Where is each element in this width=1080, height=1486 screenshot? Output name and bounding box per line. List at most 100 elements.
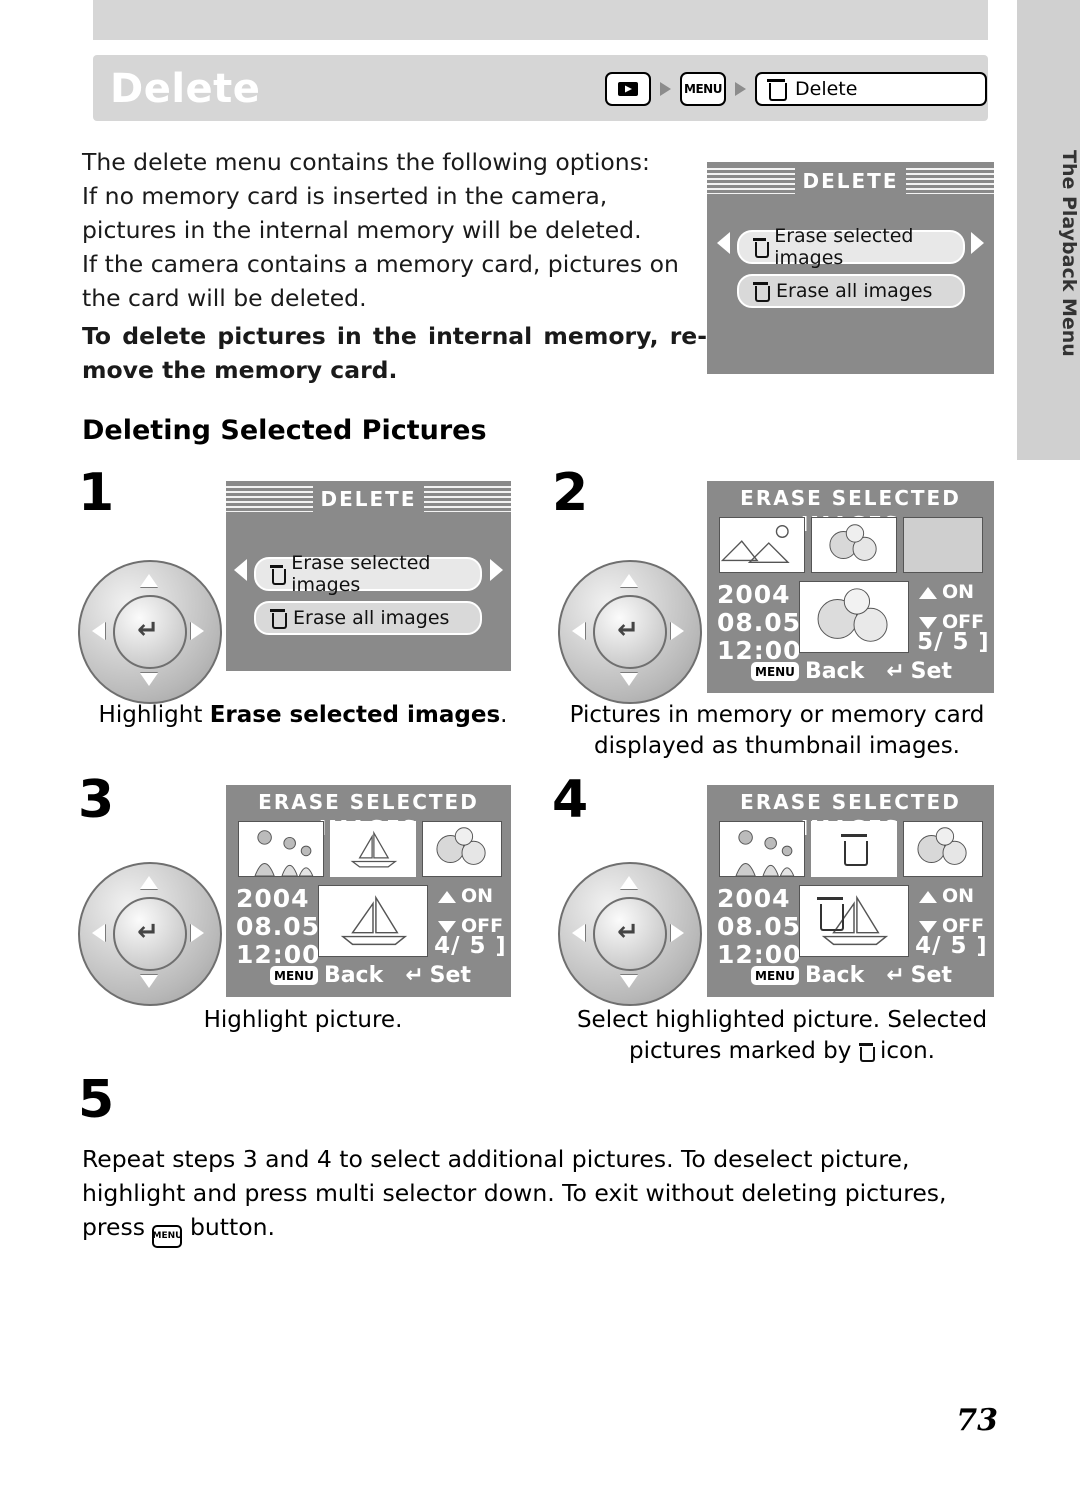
step2-large-preview	[799, 581, 909, 653]
step2-counter: [ 5/ 5 ]	[897, 629, 990, 655]
counter-value: 5/ 5	[917, 629, 970, 655]
dpad-up-arrow[interactable]	[620, 876, 638, 889]
enter-icon: ↵	[617, 615, 639, 645]
on-label: ON	[942, 581, 975, 603]
date-monthday: 08.05	[717, 608, 802, 637]
menu-row-label: Erase all images	[293, 607, 450, 629]
dpad-left-arrow[interactable]	[92, 622, 105, 640]
step4-bottom-bar: MENU Back ↵ Set	[751, 963, 952, 988]
step3-caption: Highlight picture.	[203, 1007, 403, 1033]
thumbnail-2-selected[interactable]	[811, 821, 897, 877]
dpad-right-arrow[interactable]	[191, 622, 204, 640]
thumbnail-1[interactable]	[238, 821, 324, 877]
enter-icon: ↵	[886, 963, 905, 988]
dpad-left-arrow[interactable]	[572, 924, 585, 942]
left-arrow-indicator	[717, 232, 730, 254]
up-arrow-icon	[438, 890, 456, 903]
thumbnail-2[interactable]	[330, 821, 416, 877]
breadcrumb-current-label: Delete	[795, 78, 858, 100]
step3-lcd-screen: ERASE SELECTED IMAGES 2004 08.05	[226, 785, 511, 997]
intro-bold-note: To delete pictures in the internal memor…	[82, 322, 707, 384]
menu-pill-icon: MENU	[751, 662, 799, 681]
step1-caption-post: .	[500, 702, 508, 728]
trash-icon	[270, 565, 286, 585]
intro-line-1: The delete menu contains the following o…	[82, 148, 650, 176]
trash-icon	[858, 1043, 875, 1062]
thumbnail-3[interactable]	[422, 821, 502, 877]
dpad-right-arrow[interactable]	[191, 924, 204, 942]
thumbnail-3[interactable]	[903, 517, 983, 573]
enter-icon: ↵	[886, 659, 905, 684]
menu-row-label: Erase selected images	[291, 552, 431, 596]
on-label: ON	[942, 885, 975, 907]
flower-thumb-art	[812, 518, 896, 572]
multi-selector-step1[interactable]: ↵	[78, 560, 222, 704]
down-arrow-icon	[438, 920, 456, 933]
dpad-down-arrow[interactable]	[140, 673, 158, 686]
page-title: Delete	[110, 66, 261, 112]
step1-menu-row-erase-selected[interactable]: Erase selected images	[254, 552, 482, 596]
step4-large-preview	[799, 885, 909, 957]
set-label: Set	[429, 963, 471, 988]
step2-lcd-screen: ERASE SELECTED IMAGES 2004 08.05 12:00	[707, 481, 994, 693]
step-number-1: 1	[78, 463, 115, 523]
menu-row-erase-selected[interactable]: Erase selected images	[737, 225, 965, 269]
dpad-down-arrow[interactable]	[620, 673, 638, 686]
thumbnail-1[interactable]	[719, 821, 805, 877]
step4-caption-post: icon.	[872, 1038, 935, 1064]
page-number: 73	[956, 1403, 998, 1438]
dpad-right-arrow[interactable]	[671, 622, 684, 640]
dpad-up-arrow[interactable]	[620, 574, 638, 587]
up-arrow-icon	[919, 586, 937, 599]
step5-text-post: button.	[182, 1213, 275, 1241]
dpad-left-arrow[interactable]	[92, 924, 105, 942]
trash-all-icon	[753, 282, 771, 302]
flower-thumb-art	[423, 822, 501, 876]
step4-lcd-title-bar: ERASE SELECTED IMAGES	[707, 789, 994, 841]
trash-icon	[753, 238, 769, 258]
trash-all-icon	[270, 609, 288, 629]
step3-large-preview	[318, 885, 428, 957]
menu-pill-icon: MENU	[751, 966, 799, 985]
step5-text: Repeat steps 3 and 4 to select additiona…	[82, 1142, 1007, 1248]
menu-row-label: Erase selected images	[774, 225, 914, 269]
step1-caption-pre: Highlight	[98, 702, 210, 728]
right-arrow-indicator	[971, 232, 984, 254]
date-year: 2004	[717, 580, 791, 609]
step3-bottom-bar: MENU Back ↵ Set	[270, 963, 471, 988]
people-thumb-art	[239, 822, 323, 876]
flower-thumb-art	[904, 822, 982, 876]
dpad-up-arrow[interactable]	[140, 876, 158, 889]
date-monthday: 08.05	[717, 912, 802, 941]
intro-line-2: If no memory card is inserted in the cam…	[82, 182, 642, 244]
thumbnail-3[interactable]	[903, 821, 983, 877]
step-number-3: 3	[78, 770, 115, 830]
dpad-down-arrow[interactable]	[620, 975, 638, 988]
section-title: Deleting Selected Pictures	[82, 415, 487, 446]
multi-selector-step3[interactable]: ↵	[78, 862, 222, 1006]
multi-selector-step2[interactable]: ↵	[558, 560, 702, 704]
step2-date-info: 2004 08.05 12:00	[717, 581, 802, 665]
step3-on-toggle: ON	[438, 885, 493, 907]
thumbnail-2[interactable]	[811, 517, 897, 573]
menu-row-erase-all[interactable]: Erase all images	[737, 274, 965, 308]
dpad-down-arrow[interactable]	[140, 975, 158, 988]
step1-lcd-title-bar: DELETE	[226, 486, 511, 512]
multi-selector-step4[interactable]: ↵	[558, 862, 702, 1006]
left-arrow-indicator	[234, 559, 247, 581]
dpad-left-arrow[interactable]	[572, 622, 585, 640]
dpad-right-arrow[interactable]	[671, 924, 684, 942]
up-arrow-icon	[919, 890, 937, 903]
dpad-up-arrow[interactable]	[140, 574, 158, 587]
thumbnail-1[interactable]	[719, 517, 805, 573]
menu-pill-icon: MENU	[270, 966, 318, 985]
on-label: ON	[461, 885, 494, 907]
date-year: 2004	[236, 884, 310, 913]
step3-date-info: 2004 08.05 12:00	[236, 885, 321, 969]
step2-bottom-bar: MENU Back ↵ Set	[751, 659, 952, 684]
back-label: Back	[804, 963, 865, 988]
step-number-2: 2	[552, 463, 589, 523]
step1-lcd-screen: DELETE Erase selected images Erase all i…	[226, 481, 511, 671]
top-lcd-title: DELETE	[794, 168, 907, 194]
step1-menu-row-erase-all[interactable]: Erase all images	[254, 601, 482, 635]
